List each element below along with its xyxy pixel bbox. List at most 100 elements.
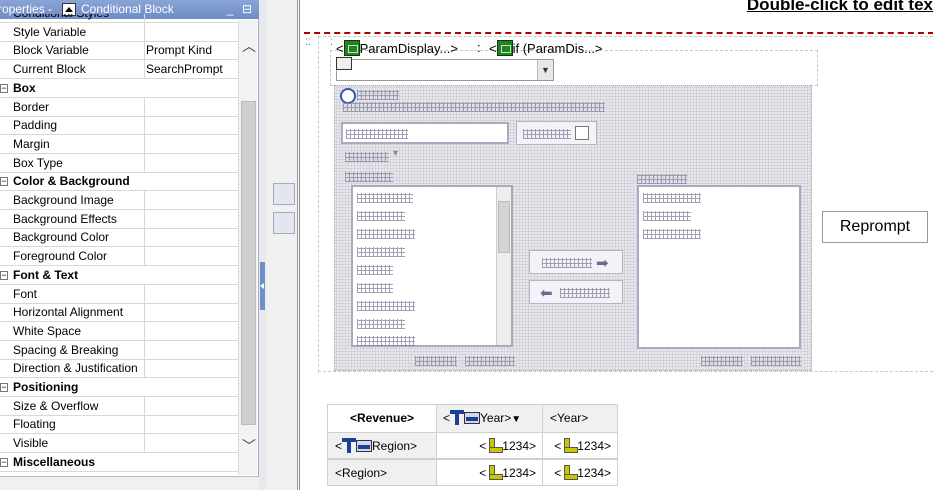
scroll-up-arrow-icon[interactable]: ︿ [242, 39, 256, 53]
property-row[interactable]: Conditional Styles [0, 14, 238, 23]
property-row[interactable]: Floating [0, 415, 238, 435]
insert-query-icon[interactable] [273, 212, 295, 234]
property-row[interactable]: Visible [0, 434, 238, 454]
column-divider [144, 321, 145, 341]
property-row[interactable]: Size & Overflow [0, 396, 238, 416]
crosstab-cell[interactable]: <1234> [542, 432, 618, 459]
results-list[interactable] [351, 185, 513, 347]
list-item[interactable] [357, 247, 405, 257]
property-row[interactable]: Background Color [0, 228, 238, 248]
property-row[interactable]: Margin [0, 134, 238, 154]
property-row[interactable]: Padding [0, 116, 238, 136]
list-item[interactable] [357, 193, 413, 203]
property-label: Font [13, 286, 38, 301]
list-item[interactable] [357, 265, 393, 275]
measure-icon [486, 437, 504, 453]
param-display-token[interactable]: < ParamDisplay...> [336, 40, 458, 56]
collapse-toggle-icon[interactable]: − [0, 383, 8, 392]
scrollbar-thumb[interactable] [498, 201, 510, 253]
property-row[interactable]: Foreground Color [0, 247, 238, 267]
page-title-text[interactable]: Double-click to edit tex [747, 0, 933, 15]
property-value[interactable]: Prompt Kind [146, 41, 212, 59]
search-keywords-input[interactable] [341, 122, 509, 144]
list-item[interactable] [357, 283, 393, 293]
property-category[interactable]: − Positioning [0, 378, 238, 397]
crosstab-cell[interactable]: <1234> [542, 459, 618, 486]
property-row[interactable]: Block Variable Prompt Kind [0, 41, 238, 61]
insert-table-icon[interactable] [273, 183, 295, 205]
restore-button[interactable]: ⊟ [242, 0, 252, 19]
crosstab-column-header-2[interactable]: <Year> [542, 404, 618, 433]
prompt-dropdown[interactable]: ▼ [336, 59, 554, 81]
list-item[interactable] [357, 319, 405, 329]
cell-open: < [554, 466, 562, 480]
scroll-down-arrow-icon[interactable]: ﹀ [242, 439, 256, 453]
search-input-placeholder [346, 129, 408, 139]
property-label: Border [13, 99, 50, 114]
property-value[interactable]: SearchPrompt [146, 60, 223, 78]
property-row[interactable]: Style Variable [0, 22, 238, 42]
deselect-all-link[interactable] [465, 356, 515, 366]
property-row[interactable]: Spacing & Breaking [0, 340, 238, 360]
collapse-panel-handle[interactable] [260, 262, 265, 310]
list-item[interactable] [357, 336, 415, 346]
search-button[interactable] [516, 121, 597, 145]
property-list: Conditional Styles Style Variable Block Va… [0, 14, 238, 474]
property-category[interactable]: − Box [0, 79, 238, 98]
collapse-toggle-icon[interactable]: − [0, 457, 8, 467]
list-item[interactable] [643, 211, 691, 221]
property-label: Visible [13, 436, 49, 451]
results-scrollbar[interactable] [496, 187, 511, 345]
list-item[interactable] [357, 301, 415, 311]
property-row[interactable]: Border [0, 97, 238, 117]
property-row[interactable]: Background Effects [0, 209, 238, 229]
crosstab-row-header[interactable]: < Region> [327, 432, 437, 459]
property-row[interactable]: Horizontal Alignment [0, 303, 238, 323]
scrollbar-thumb[interactable] [241, 101, 256, 425]
select-all-link[interactable] [415, 356, 457, 366]
chevron-down-icon[interactable]: ▼ [537, 60, 553, 80]
choices-list[interactable] [637, 185, 801, 349]
deselect-all-link[interactable] [751, 356, 801, 366]
options-link[interactable] [345, 152, 389, 162]
list-item[interactable] [643, 193, 701, 203]
crosstab-column-header[interactable]: < Year>▼ [436, 404, 543, 433]
search-prompt-control[interactable]: ▾ ➡ ➡ [334, 85, 812, 371]
crosstab-cell[interactable]: <1234> [436, 459, 543, 486]
property-row[interactable]: Direction & Justification [0, 359, 238, 379]
property-category[interactable]: − Color & Background [0, 172, 238, 192]
property-row[interactable]: White Space [0, 321, 238, 341]
property-label: Horizontal Alignment [13, 305, 124, 320]
property-category[interactable]: − Font & Text [0, 266, 238, 285]
properties-scrollbar[interactable]: ︿ ﹀ [238, 20, 257, 475]
list-item[interactable] [643, 229, 701, 239]
collapse-toggle-icon[interactable]: − [0, 270, 8, 280]
if-param-token[interactable]: < if (ParamDis...> [489, 40, 603, 56]
reprompt-button[interactable]: Reprompt [822, 211, 928, 243]
property-label: White Space [13, 323, 82, 338]
remove-button[interactable]: ➡ [529, 280, 623, 304]
property-label: Block Variable [13, 43, 89, 58]
property-label: Style Variable [13, 24, 87, 39]
property-category[interactable]: − Miscellaneous [0, 453, 238, 472]
insert-button[interactable]: ➡ [529, 250, 623, 274]
sort-down-icon[interactable]: ▼ [511, 414, 521, 425]
crosstab-cell[interactable]: <1234> [436, 432, 543, 459]
property-row[interactable]: Font [0, 284, 238, 304]
property-label: Background Color [13, 230, 110, 245]
property-label: Size & Overflow [13, 398, 99, 413]
collapse-toggle-icon[interactable]: − [0, 83, 8, 93]
list-item[interactable] [357, 229, 415, 239]
property-label: Background Image [13, 193, 114, 207]
property-row[interactable]: Box Type [0, 153, 238, 173]
member-set-icon [464, 412, 481, 424]
panel-splitter[interactable] [259, 0, 266, 490]
property-row[interactable]: Background Image [0, 191, 238, 210]
chevron-down-icon[interactable]: ▾ [393, 148, 398, 159]
collapse-toggle-icon[interactable]: − [0, 177, 8, 187]
property-row[interactable]: Current Block SearchPrompt [0, 60, 238, 80]
list-item[interactable] [357, 211, 405, 221]
select-all-link[interactable] [701, 356, 743, 366]
crosstab-row-header-2[interactable]: <Region> [327, 459, 437, 486]
crosstab-corner[interactable]: <Revenue> [327, 404, 437, 433]
